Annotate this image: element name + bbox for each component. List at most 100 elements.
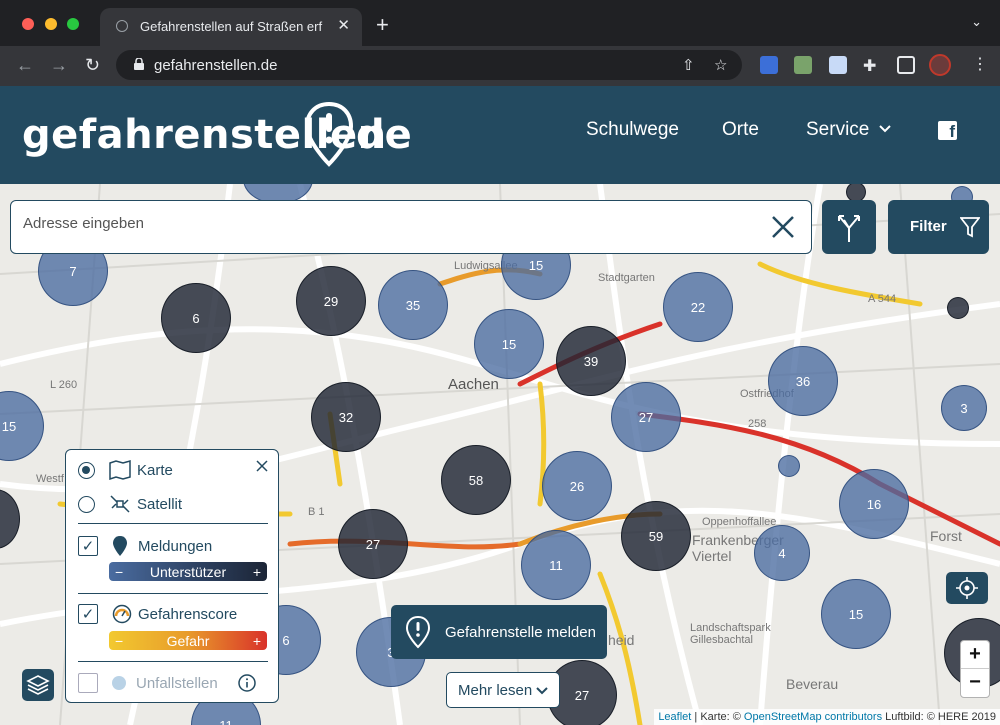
cluster-marker[interactable]: 59 [621, 501, 691, 571]
close-window-dot[interactable] [22, 18, 34, 30]
layer-unfallstellen[interactable]: Unfallstellen [78, 673, 256, 693]
divider [78, 661, 268, 662]
cluster-marker[interactable]: 6 [161, 283, 231, 353]
nav-schulwege[interactable]: Schulwege [586, 119, 679, 141]
meldungen-checkbox[interactable]: ✓ [78, 536, 98, 556]
map-icon [109, 460, 131, 480]
cluster-marker[interactable]: 29 [296, 266, 366, 336]
cluster-marker[interactable]: 39 [556, 326, 626, 396]
maximize-window-dot[interactable] [67, 18, 79, 30]
satellit-radio[interactable] [78, 495, 95, 513]
layer-satellit[interactable]: Satellit [78, 494, 182, 514]
close-icon[interactable] [256, 460, 268, 472]
gefahr-label: Gefahr [166, 632, 210, 649]
address-bar[interactable]: gefahrenstellen.de ⇧ ☆ [116, 50, 742, 80]
map-label: Stadtgarten [598, 272, 655, 284]
filter-button[interactable]: Filter [888, 200, 989, 254]
scale-minus[interactable]: − [115, 633, 123, 649]
scale-plus[interactable]: + [253, 633, 261, 649]
scale-minus[interactable]: − [115, 564, 123, 580]
cluster-marker[interactable]: 32 [311, 382, 381, 452]
zoom-out-button[interactable]: − [961, 669, 989, 697]
cluster-marker[interactable]: 4 [754, 525, 810, 581]
cluster-marker[interactable]: 58 [441, 445, 511, 515]
warning-pin-icon [304, 101, 354, 167]
map-label: 258 [748, 418, 767, 430]
read-more-button[interactable]: Mehr lesen [446, 672, 560, 708]
route-button[interactable] [822, 200, 876, 254]
tab-close-icon[interactable]: ✕ [337, 16, 350, 34]
layers-button[interactable] [22, 669, 54, 701]
sidebar-icon[interactable] [897, 56, 915, 74]
map-label: A 544 [868, 293, 897, 305]
dot-icon [112, 676, 126, 690]
logo-tld[interactable]: de [356, 112, 412, 158]
extension-icon[interactable] [760, 56, 778, 74]
forward-icon[interactable]: → [50, 55, 68, 76]
extension-icon[interactable] [794, 56, 812, 74]
unfallstellen-checkbox[interactable] [78, 673, 98, 693]
info-icon[interactable] [237, 674, 256, 692]
karte-radio[interactable] [78, 461, 95, 479]
cluster-marker[interactable]: 15 [474, 309, 544, 379]
divider [78, 523, 268, 524]
tab-title: Gefahrenstellen auf Straßen erf [140, 19, 323, 34]
profile-avatar[interactable] [929, 54, 951, 76]
cluster-marker[interactable]: 3 [941, 385, 987, 431]
cluster-marker[interactable]: 15 [821, 579, 891, 649]
map-label: Aachen [448, 376, 499, 393]
share-icon[interactable]: ⇧ [682, 56, 695, 74]
warning-pin-icon [405, 615, 431, 649]
map-label: Beverau [786, 676, 839, 692]
unfallstellen-label: Unfallstellen [136, 674, 218, 692]
facebook-icon[interactable]: f [938, 121, 957, 141]
layer-meldungen[interactable]: ✓ Meldungen [78, 535, 212, 557]
tab-search-chevron-icon[interactable]: ⌄ [971, 14, 982, 30]
chevron-down-icon[interactable] [878, 124, 892, 134]
nav-orte[interactable]: Orte [722, 119, 759, 141]
url-text: gefahrenstellen.de [154, 57, 278, 74]
gefahr-scale: − Gefahr + [109, 631, 267, 650]
osm-link[interactable]: OpenStreetMap contributors [744, 711, 882, 723]
map-attribution: Leaflet | Karte: © OpenStreetMap contrib… [654, 709, 1000, 725]
layer-panel: Karte Satellit ✓ Meldungen − Unterstütze… [65, 449, 279, 703]
address-input[interactable] [23, 215, 723, 232]
zoom-control: + − [960, 640, 990, 698]
cluster-marker[interactable]: 22 [663, 272, 733, 342]
cluster-marker[interactable]: 27 [611, 382, 681, 452]
cluster-marker[interactable]: 11 [521, 530, 591, 600]
back-icon[interactable]: ← [16, 55, 34, 76]
karte-label: Karte [137, 461, 173, 479]
puzzle-icon[interactable]: ✚ [863, 56, 881, 75]
cluster-marker[interactable] [947, 297, 969, 319]
gefahrenscore-label: Gefahrenscore [138, 605, 238, 623]
gefahrenscore-checkbox[interactable]: ✓ [78, 604, 98, 624]
cluster-marker[interactable]: 16 [839, 469, 909, 539]
document-extension-icon[interactable] [829, 56, 847, 74]
zoom-in-button[interactable]: + [961, 641, 989, 669]
layers-icon [26, 675, 50, 695]
cluster-marker[interactable] [778, 455, 800, 477]
nav-service[interactable]: Service [806, 119, 869, 141]
browser-tab[interactable]: Gefahrenstellen auf Straßen erf ✕ [100, 8, 362, 46]
cluster-marker[interactable]: 35 [378, 270, 448, 340]
layer-karte[interactable]: Karte [78, 460, 173, 480]
minimize-window-dot[interactable] [45, 18, 57, 30]
clear-icon[interactable] [769, 213, 797, 241]
map-label: Forst [930, 528, 962, 544]
bookmark-star-icon[interactable]: ☆ [714, 56, 727, 74]
unterstuetzer-label: Unterstützer [149, 563, 227, 580]
scale-plus[interactable]: + [253, 564, 261, 580]
attribution-luftbild: Luftbild: © HERE 2019 [885, 711, 996, 723]
leaflet-link[interactable]: Leaflet [658, 711, 691, 723]
address-search[interactable] [10, 200, 812, 254]
reload-icon[interactable]: ↻ [85, 55, 100, 76]
new-tab-button[interactable]: + [376, 12, 389, 38]
locate-button[interactable] [946, 572, 988, 604]
cluster-marker[interactable]: 26 [542, 451, 612, 521]
cluster-marker[interactable]: 27 [338, 509, 408, 579]
layer-gefahrenscore[interactable]: ✓ Gefahrenscore [78, 604, 237, 624]
cluster-marker[interactable]: 36 [768, 346, 838, 416]
report-hazard-button[interactable]: Gefahrenstelle melden [391, 605, 607, 659]
menu-icon[interactable]: ⋮ [972, 54, 988, 74]
